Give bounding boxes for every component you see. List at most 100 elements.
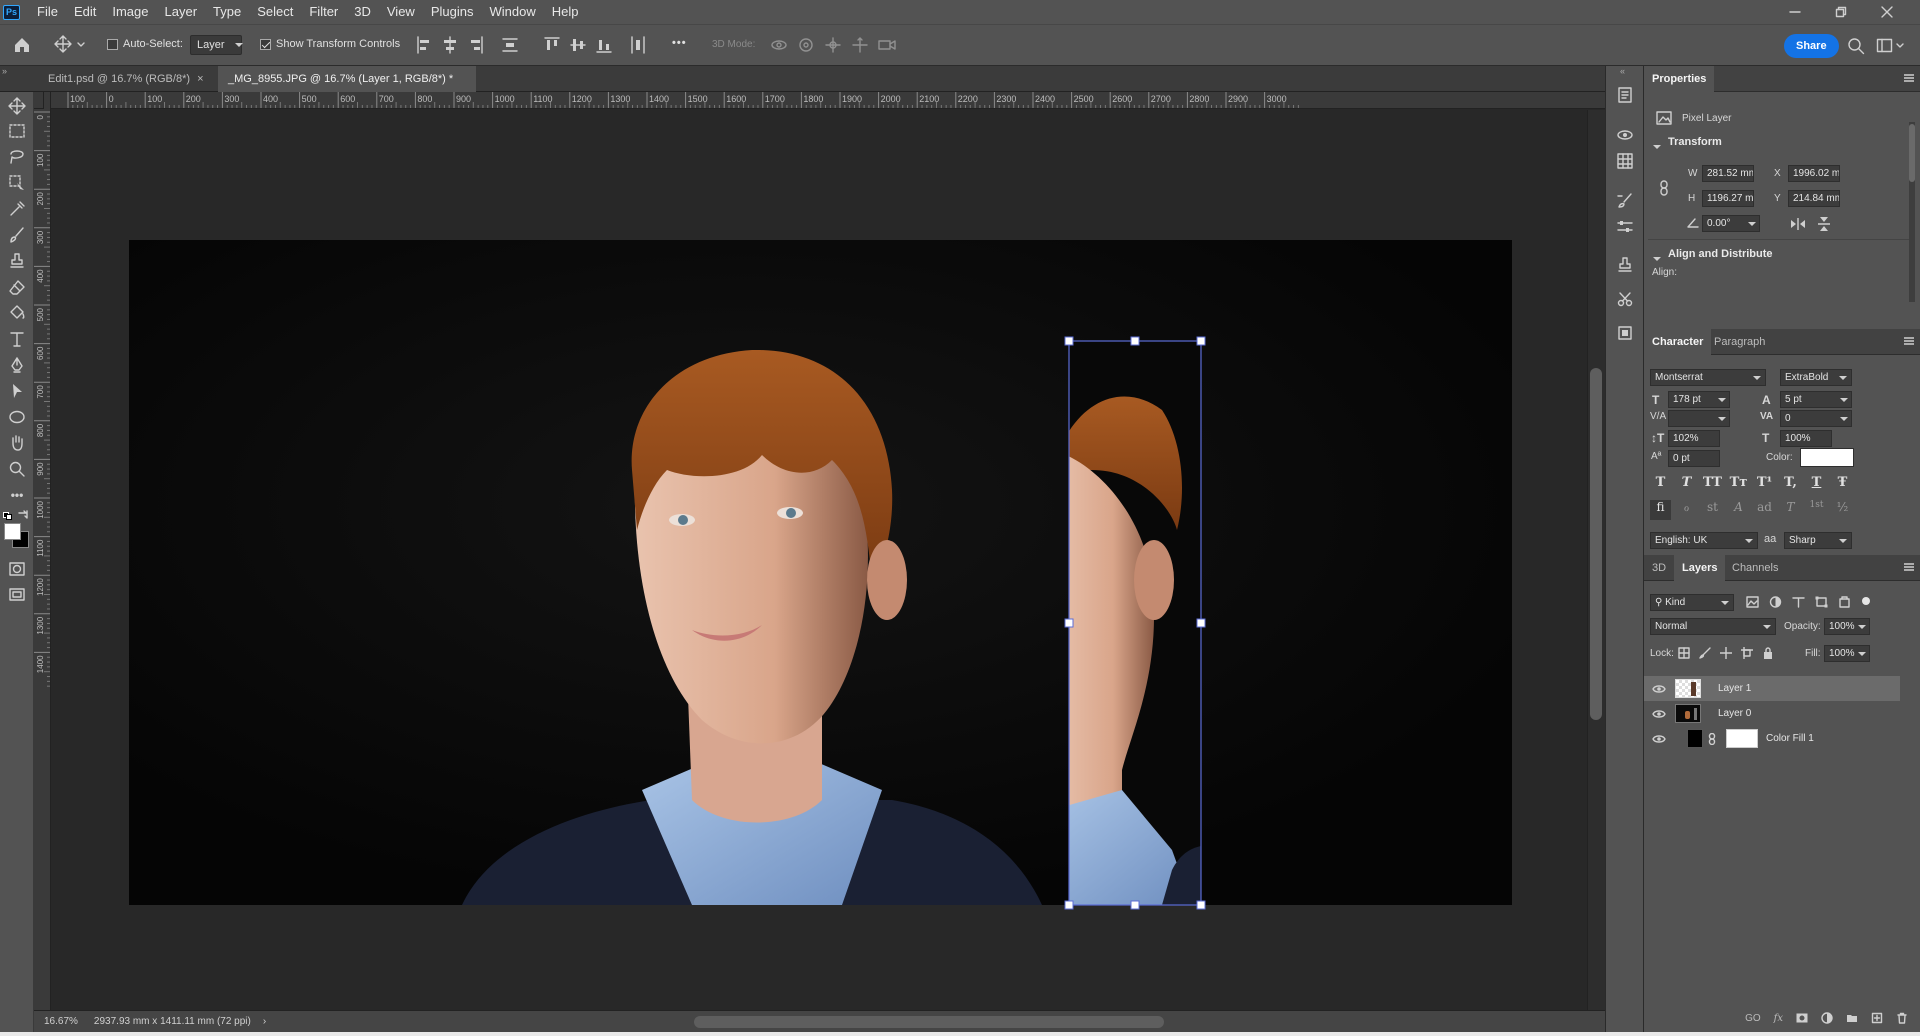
layer-style-button[interactable]: fx [1774,1013,1783,1024]
tab-edit1[interactable]: Edit1.psd @ 16.7% (RGB/8*) × [38,66,218,92]
filter-smart-object-icon[interactable] [1838,596,1851,608]
distribute-vertical-button[interactable] [502,36,518,54]
y-field[interactable]: 214.84 mm [1788,190,1840,207]
search-button[interactable] [1847,37,1865,55]
layer-filter-dropdown[interactable]: ⚲ Kind [1650,594,1734,611]
new-group-folder-icon[interactable] [1846,1012,1858,1024]
width-field[interactable]: 281.52 mm [1702,165,1754,182]
flip-vertical-button[interactable] [1818,216,1830,232]
ligatures-button[interactable]: fi [1650,500,1671,520]
font-size-field[interactable]: 178 pt [1668,391,1730,408]
fill-color-thumbnail[interactable] [1687,729,1703,748]
delete-layer-trash-icon[interactable] [1896,1012,1908,1024]
auto-select-checkbox[interactable] [107,38,118,50]
filter-type-icon[interactable] [1792,596,1805,608]
restore-button[interactable] [1818,0,1864,24]
strikethrough-button[interactable]: Ŧ [1832,475,1853,495]
layer-row-layer-0[interactable]: Layer 0 [1644,701,1900,726]
3d-panel-button[interactable] [1616,126,1634,144]
swash-button[interactable]: st [1702,500,1723,520]
filter-toggle-icon[interactable] [1861,596,1871,606]
vertical-scroll-thumb[interactable] [1590,368,1602,720]
collapse-dock-icon[interactable]: « [1620,66,1625,76]
leading-field[interactable]: 5 pt [1780,391,1852,408]
properties-scroll-thumb[interactable] [1909,124,1915,182]
vertical-scale-field[interactable]: 102% [1668,430,1720,447]
lock-all-icon[interactable] [1762,647,1774,659]
horizontal-scroll-thumb[interactable] [694,1016,1164,1028]
properties-scrollbar[interactable] [1909,122,1915,302]
superscript-button[interactable]: T¹ [1754,475,1775,495]
fill-field[interactable]: 100% [1824,645,1870,662]
menu-filter[interactable]: Filter [301,0,346,24]
auto-select-target-dropdown[interactable]: Layer [190,35,243,55]
3d-roll-button[interactable] [797,37,815,53]
all-caps-button[interactable]: TT [1702,475,1723,495]
layer-row-layer-1[interactable]: Layer 1 [1644,676,1900,701]
app-logo[interactable]: Ps [3,4,20,20]
type-tool[interactable] [4,327,30,351]
lock-artboard-icon[interactable] [1741,647,1753,659]
layer-name[interactable]: Layer 1 [1718,676,1751,701]
menu-layer[interactable]: Layer [157,0,206,24]
menu-3d[interactable]: 3D [346,0,379,24]
menu-window[interactable]: Window [481,0,543,24]
menu-view[interactable]: View [379,0,423,24]
paint-bucket-tool[interactable] [4,301,30,325]
lock-position-icon[interactable] [1720,647,1732,659]
filter-shape-icon[interactable] [1815,596,1828,608]
tracking-field[interactable]: 0 [1780,410,1852,427]
visibility-eye-icon[interactable] [1652,709,1666,719]
transform-handle-br[interactable] [1196,900,1206,910]
tab-layers[interactable]: Layers [1674,555,1726,581]
ellipse-tool[interactable] [4,405,30,429]
panel-menu-icon[interactable] [1904,563,1914,571]
object-select-tool[interactable] [4,171,30,195]
home-button[interactable] [12,35,32,55]
visibility-eye-icon[interactable] [1652,734,1666,744]
zoom-level[interactable]: 16.67% [44,1016,78,1027]
menu-type[interactable]: Type [205,0,249,24]
workspace-button[interactable] [1876,37,1906,55]
tab-properties[interactable]: Properties [1644,66,1715,92]
adjustment-layer-icon[interactable] [1821,1012,1833,1024]
transform-collapse-icon[interactable] [1653,140,1661,149]
align-left-button[interactable] [416,36,432,54]
transform-handle-tl[interactable] [1064,336,1074,346]
move-tool-preset[interactable] [54,35,86,55]
fractions-button[interactable]: ½ [1832,500,1853,520]
panel-collapse-icon[interactable]: » [2,66,7,76]
pen-tool[interactable] [4,353,30,377]
font-style-dropdown[interactable]: ExtraBold [1780,369,1852,386]
path-select-tool[interactable] [4,379,30,403]
foreground-color-swatch[interactable] [4,523,21,540]
transform-handle-b[interactable] [1130,900,1140,910]
auto-select-toggle[interactable]: Auto-Select: [107,38,183,50]
vertical-scrollbar[interactable] [1587,110,1605,1010]
edit-toolbar-button[interactable]: ••• [4,483,30,507]
menu-image[interactable]: Image [104,0,156,24]
lock-image-brush-icon[interactable] [1699,647,1711,659]
ordinals-button[interactable]: 1st [1806,500,1827,520]
x-field[interactable]: 1996.02 mi [1788,165,1840,182]
tab-character[interactable]: Character [1644,329,1712,355]
screen-mode-button[interactable] [4,583,30,607]
tab-3d[interactable]: 3D [1644,555,1674,581]
3d-pan-button[interactable] [824,37,842,53]
distribute-horizontal-button[interactable] [630,36,646,54]
transform-handle-bl[interactable] [1064,900,1074,910]
transform-handle-r[interactable] [1196,618,1206,628]
layer-name[interactable]: Layer 0 [1718,701,1751,726]
3d-scale-button[interactable] [878,37,896,53]
language-dropdown[interactable]: English: UK [1650,532,1758,549]
menu-help[interactable]: Help [544,0,587,24]
close-window-button[interactable] [1864,0,1910,24]
link-dimensions-button[interactable] [1658,180,1670,196]
tab-paragraph[interactable]: Paragraph [1706,329,1773,355]
default-colors-button[interactable] [3,512,13,520]
menu-file[interactable]: File [29,0,66,24]
add-mask-icon[interactable] [1796,1012,1808,1024]
clone-stamp-tool[interactable] [4,249,30,273]
layer-row-color-fill-1[interactable]: Color Fill 1 [1644,726,1900,751]
more-options-button[interactable]: ••• [672,37,687,49]
